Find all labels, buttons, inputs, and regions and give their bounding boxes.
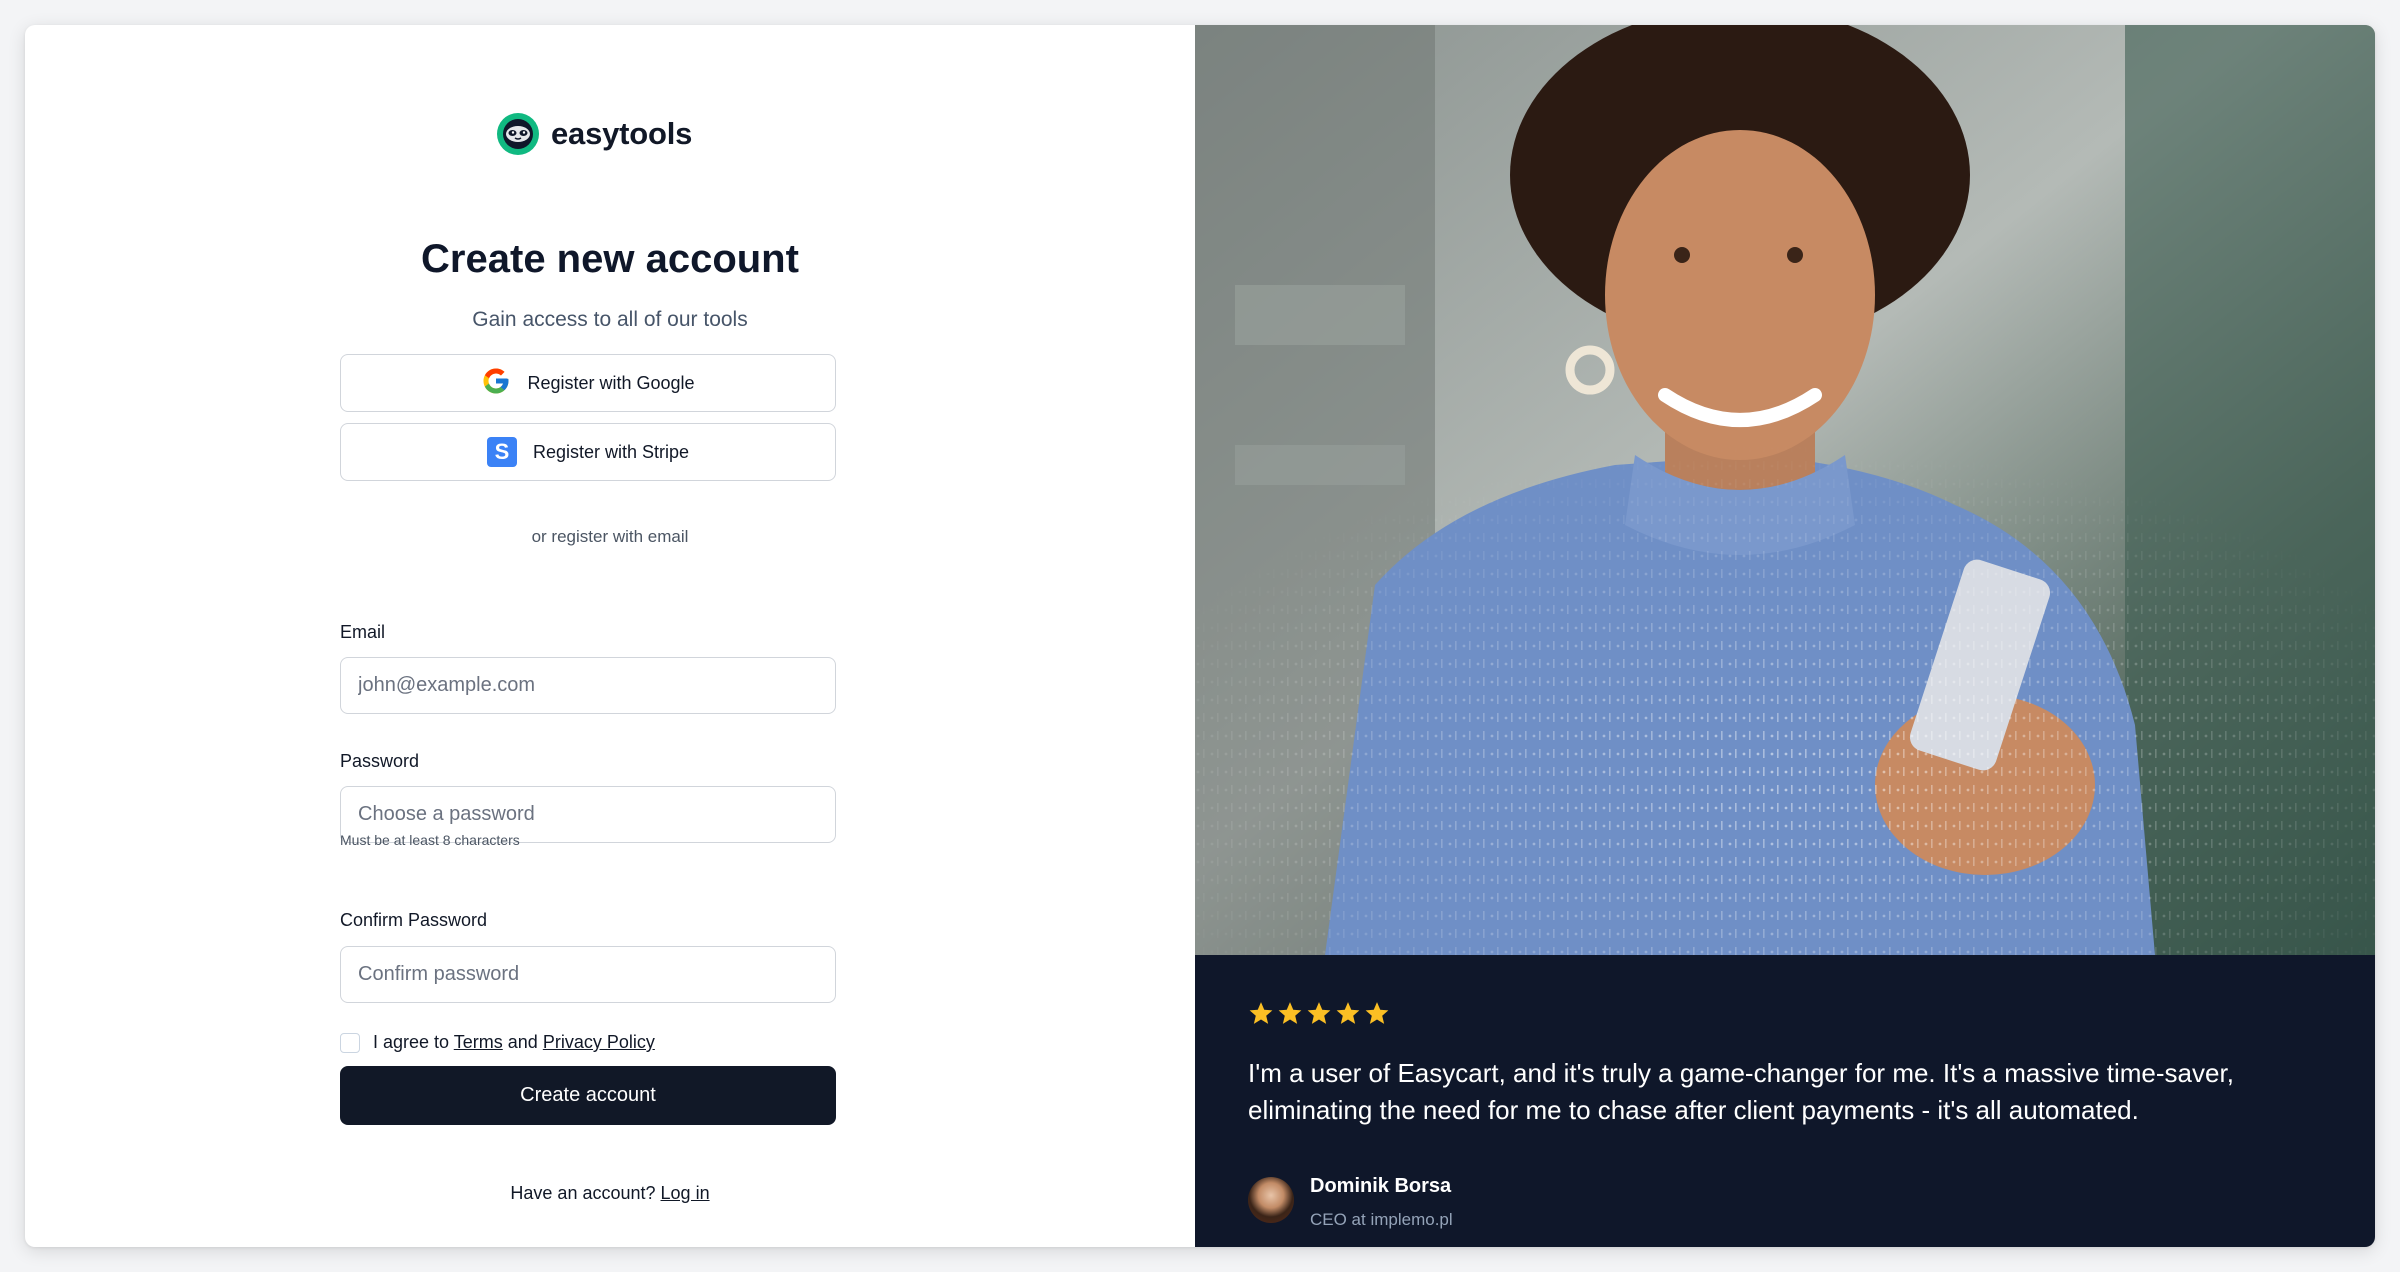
password-label: Password xyxy=(340,751,420,771)
email-field[interactable] xyxy=(340,657,836,714)
page-title: Create new account xyxy=(421,237,799,281)
signup-form-panel: easytools Create new account Gain access… xyxy=(25,25,1195,1247)
email-label: Email xyxy=(340,622,386,642)
create-account-button[interactable]: Create account xyxy=(340,1066,836,1125)
terms-agreement: I agree to Terms and Privacy Policy xyxy=(340,1032,655,1053)
terms-checkbox[interactable] xyxy=(340,1032,360,1053)
page-subtitle: Gain access to all of our tools xyxy=(472,308,748,331)
author-avatar xyxy=(1248,1177,1294,1223)
testimonial-panel: I'm a user of Easycart, and it's truly a… xyxy=(1195,25,2375,1247)
star-icon xyxy=(1307,1002,1331,1024)
login-prompt-text: Have an account? xyxy=(510,1183,656,1203)
divider-text: or register with email xyxy=(531,527,689,546)
terms-prefix: I agree to xyxy=(373,1032,450,1052)
login-link[interactable]: Log in xyxy=(661,1183,710,1203)
rating-stars xyxy=(1248,1000,1390,1026)
register-google-button[interactable]: Register with Google xyxy=(340,354,836,412)
google-icon xyxy=(481,366,511,401)
testimonial-card: I'm a user of Easycart, and it's truly a… xyxy=(1195,955,2375,1247)
testimonial-quote: I'm a user of Easycart, and it's truly a… xyxy=(1248,1058,2234,1125)
terms-link[interactable]: Terms xyxy=(454,1032,503,1052)
author-role: CEO at implemo.pl xyxy=(1310,1210,1453,1229)
author-name: Dominik Borsa xyxy=(1310,1175,1452,1197)
register-stripe-label: Register with Stripe xyxy=(532,441,690,462)
stripe-icon: S xyxy=(486,437,517,467)
brand-logo[interactable]: easytools xyxy=(497,113,692,155)
confirm-password-field[interactable] xyxy=(340,946,836,1003)
login-prompt: Have an account? Log in xyxy=(25,1183,1195,1204)
register-google-label: Register with Google xyxy=(527,372,695,393)
star-icon xyxy=(1278,1002,1302,1024)
terms-and: and xyxy=(507,1032,538,1052)
brand-name: easytools xyxy=(551,116,693,151)
register-stripe-button[interactable]: S Register with Stripe xyxy=(340,423,836,481)
sloth-logo-icon xyxy=(497,113,539,155)
star-icon xyxy=(1365,1002,1389,1024)
signup-card: easytools Create new account Gain access… xyxy=(25,25,2375,1247)
star-icon xyxy=(1336,1002,1360,1024)
confirm-password-label: Confirm Password xyxy=(340,910,488,930)
hero-photo xyxy=(1195,25,2375,955)
privacy-policy-link[interactable]: Privacy Policy xyxy=(543,1032,655,1052)
star-icon xyxy=(1249,1002,1273,1024)
password-hint: Must be at least 8 characters xyxy=(340,832,520,848)
